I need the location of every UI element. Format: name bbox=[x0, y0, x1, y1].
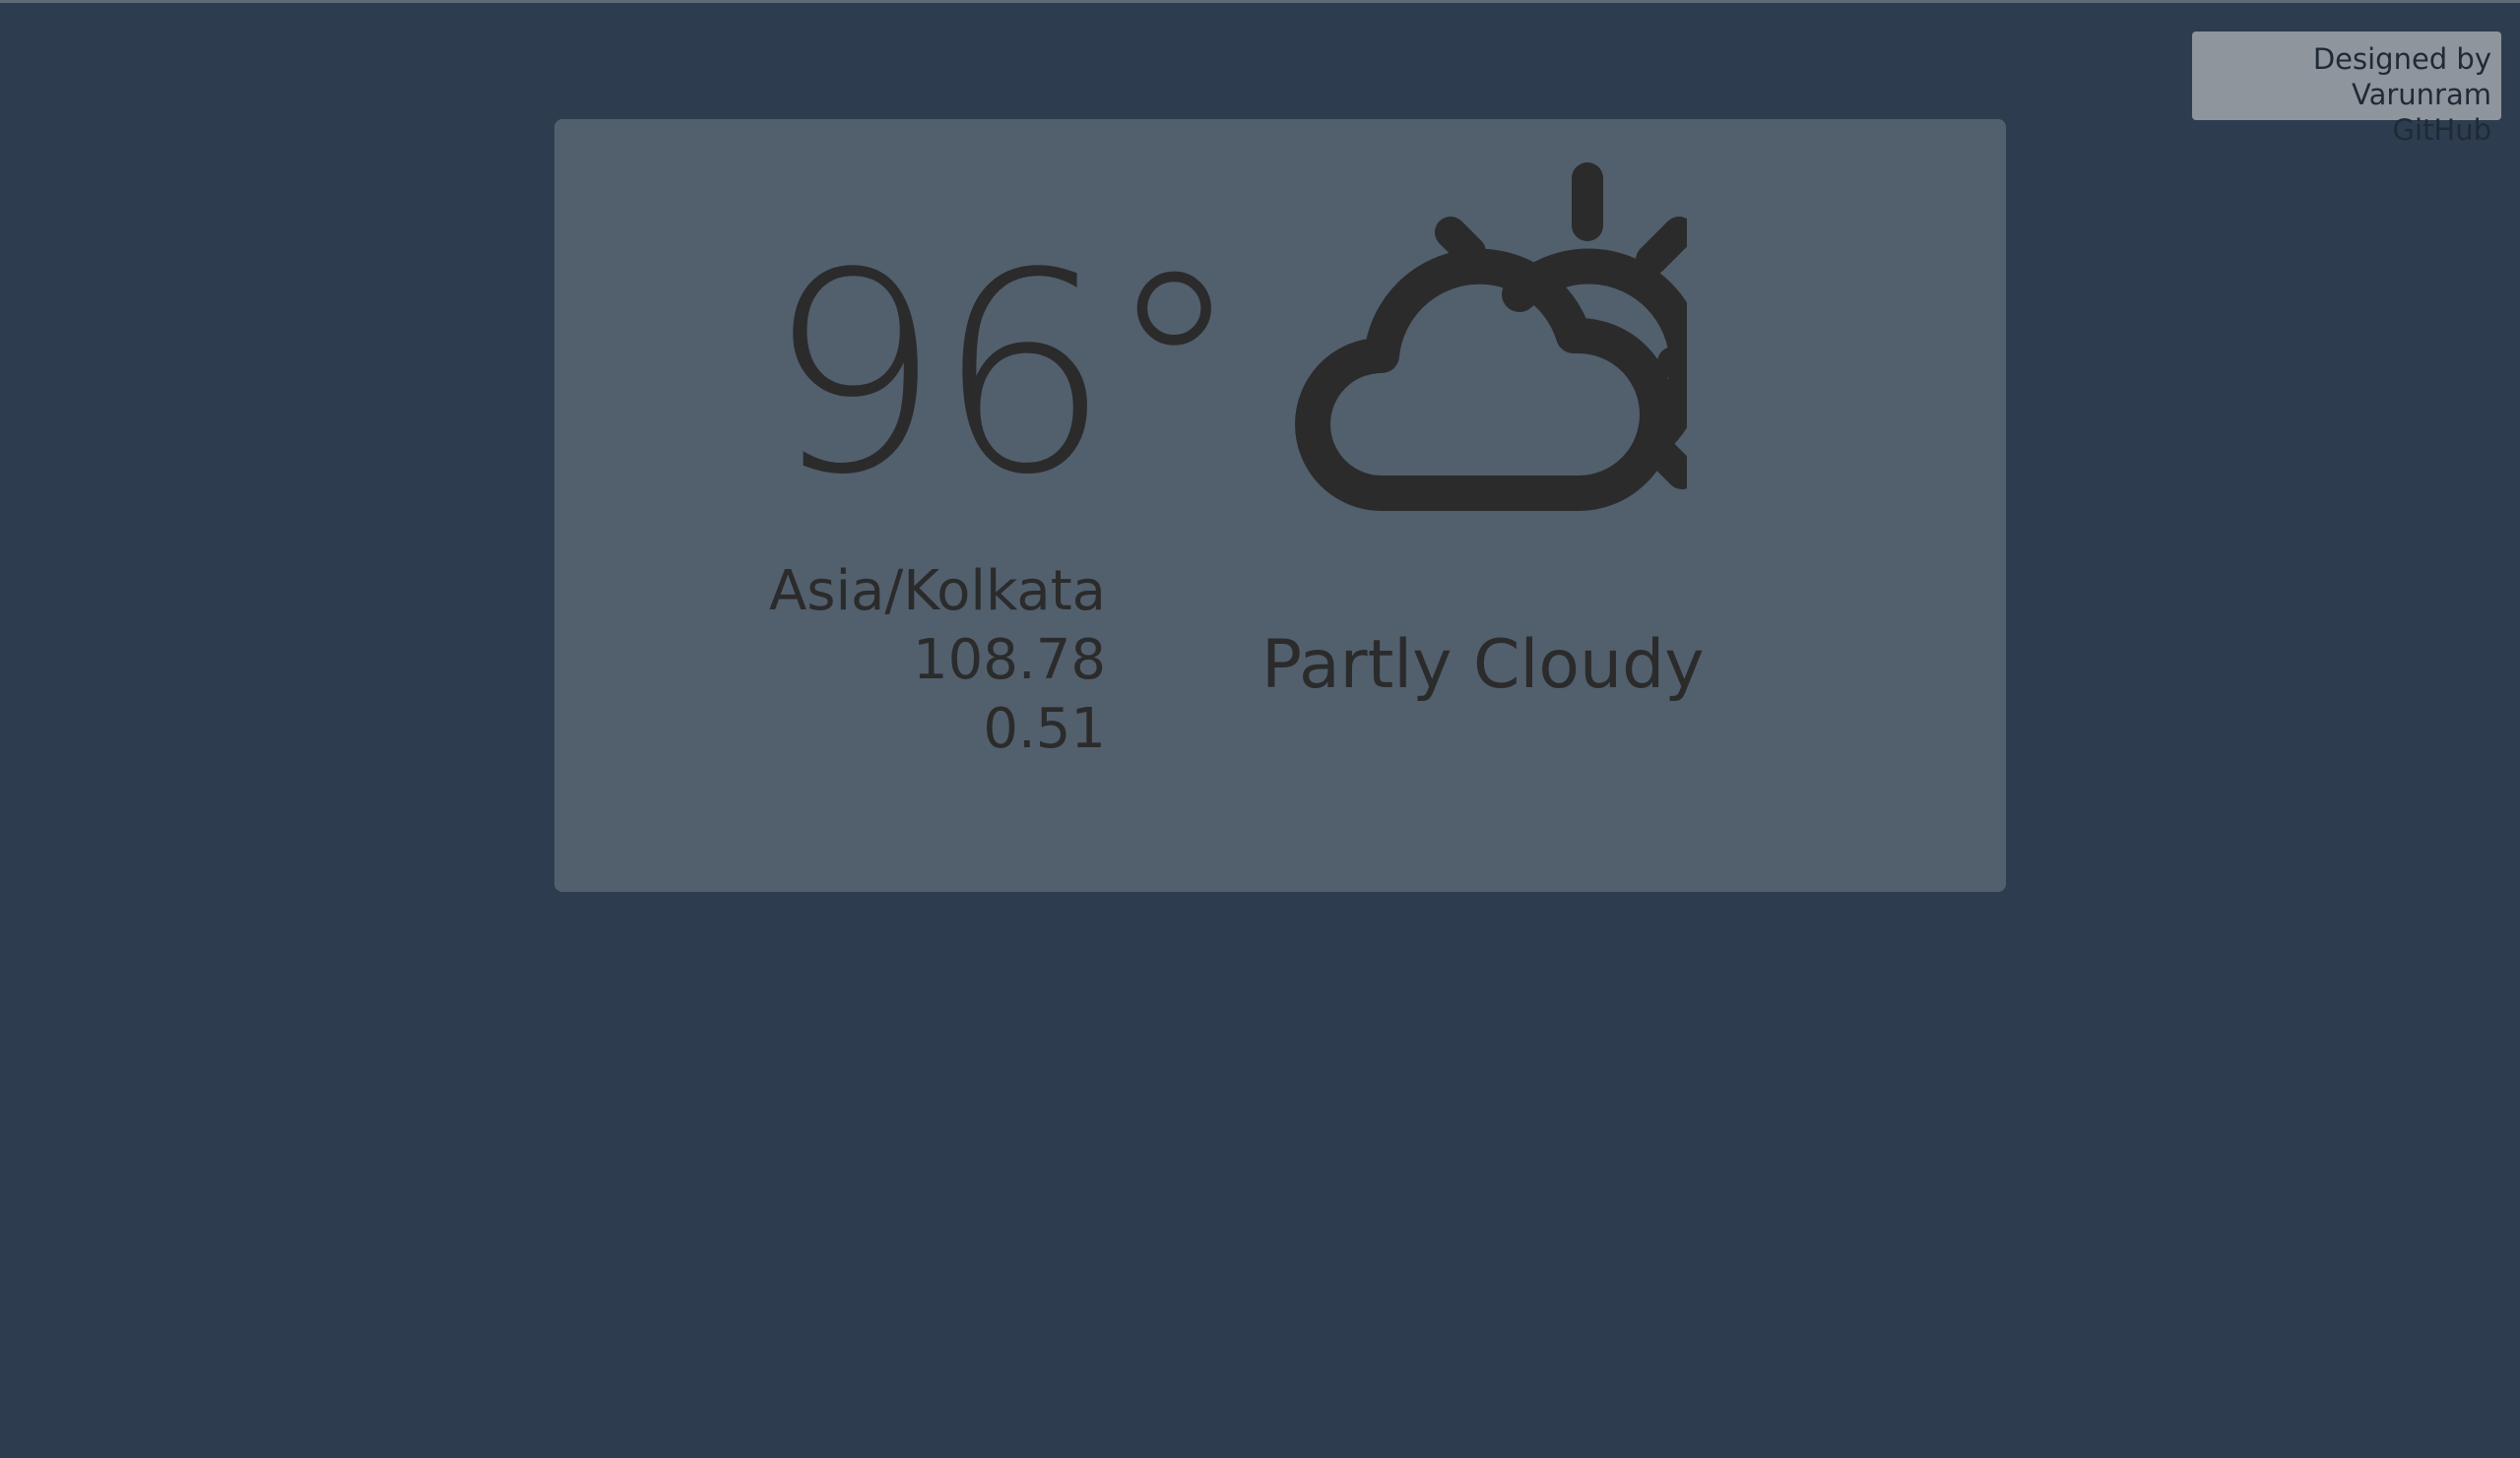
weather-card: 96° Asia/Kolkata 108.78 0.51 Partly Clou… bbox=[554, 119, 2006, 892]
github-link[interactable]: GitHub bbox=[2192, 112, 2492, 148]
partly-cloudy-day-icon bbox=[1295, 162, 1687, 511]
credit-box: Designed by Varunram GitHub bbox=[2192, 32, 2501, 147]
temperature-value: 96° bbox=[766, 215, 1243, 536]
designed-by-text: Designed by Varunram bbox=[2312, 42, 2491, 111]
latitude-value: 0.51 bbox=[983, 697, 1106, 761]
timezone-label: Asia/Kolkata bbox=[768, 559, 1106, 623]
top-border bbox=[0, 0, 2520, 3]
location-info: Asia/Kolkata 108.78 0.51 bbox=[554, 557, 1106, 764]
weather-summary: Partly Cloudy bbox=[1261, 626, 1705, 704]
longitude-value: 108.78 bbox=[913, 628, 1106, 692]
